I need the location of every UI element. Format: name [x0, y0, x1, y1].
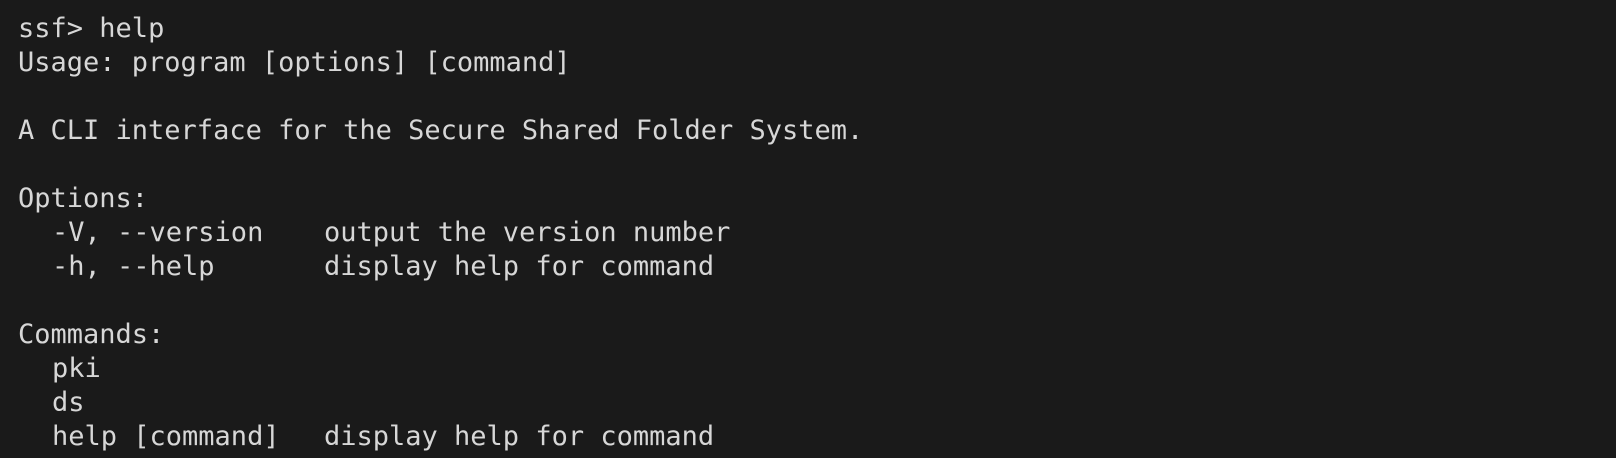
prompt-line: ssf> help	[18, 12, 1616, 46]
command-name: help [command]	[52, 421, 280, 452]
shell-prompt: ssf>	[18, 13, 84, 44]
option-description: display help for command	[324, 251, 715, 282]
option-description: output the version number	[324, 217, 731, 248]
usage-line: Usage: program [options] [command]	[18, 47, 571, 78]
command-name: pki	[52, 353, 101, 384]
command-name: ds	[52, 387, 85, 418]
option-flag: -V, --version	[52, 217, 264, 248]
command-row: help [command] display help for command	[18, 420, 1616, 454]
option-row: -h, --help display help for command	[18, 250, 1616, 284]
command-row: ds	[18, 386, 1616, 420]
option-row: -V, --version output the version number	[18, 216, 1616, 250]
terminal-window[interactable]: ssf> help Usage: program [options] [comm…	[0, 0, 1616, 458]
commands-header: Commands:	[18, 319, 165, 350]
entered-command: help	[99, 13, 165, 44]
options-header: Options:	[18, 183, 149, 214]
command-description: display help for command	[324, 421, 715, 452]
description-line: A CLI interface for the Secure Shared Fo…	[18, 115, 864, 146]
option-flag: -h, --help	[52, 251, 215, 282]
command-row: pki	[18, 352, 1616, 386]
